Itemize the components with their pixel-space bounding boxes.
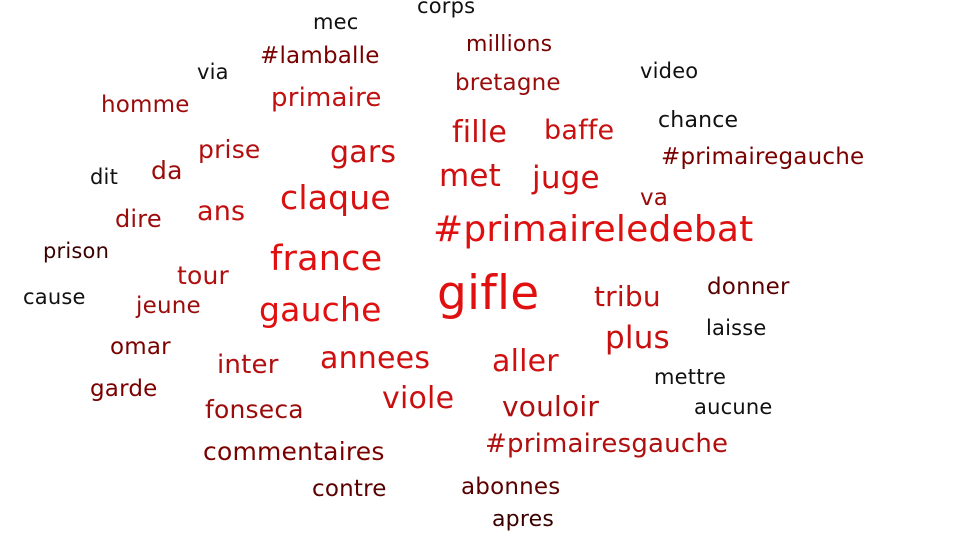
word-garde: garde	[90, 376, 158, 402]
word-plus: plus	[605, 320, 670, 356]
word-primaire: primaire	[271, 83, 382, 113]
word-annees: annees	[320, 341, 431, 376]
word-aucune: aucune	[694, 395, 773, 419]
word-primairegauche: #primairegauche	[661, 144, 865, 170]
word-chance: chance	[658, 108, 739, 133]
word-vouloir: vouloir	[502, 390, 600, 423]
word-mec: mec	[313, 10, 359, 34]
word-cloud: corps mec millions #lamballe via bretagne vide…	[0, 0, 960, 546]
word-ans: ans	[197, 196, 246, 227]
word-baffe: baffe	[544, 115, 615, 146]
word-gars: gars	[330, 135, 397, 170]
word-corps: corps	[417, 0, 476, 18]
word-contre: contre	[312, 476, 387, 502]
word-dire: dire	[115, 205, 162, 233]
word-aller: aller	[492, 344, 559, 379]
word-omar: omar	[110, 334, 171, 360]
word-lamballe: #lamballe	[260, 43, 380, 69]
word-prise: prise	[198, 135, 261, 164]
word-juge: juge	[532, 160, 600, 196]
word-met: met	[439, 158, 502, 194]
word-homme: homme	[101, 92, 190, 118]
word-millions: millions	[466, 32, 553, 57]
word-donner: donner	[707, 274, 790, 300]
word-tribu: tribu	[594, 280, 661, 313]
word-mettre: mettre	[654, 365, 727, 389]
word-gifle: gifle	[437, 266, 540, 321]
word-viole: viole	[382, 381, 455, 416]
word-da: da	[151, 156, 183, 185]
word-primairesgauche: #primairesgauche	[485, 429, 729, 459]
word-dit: dit	[90, 165, 118, 189]
word-gauche: gauche	[259, 290, 382, 329]
word-fonseca: fonseca	[205, 395, 304, 424]
word-primaireledebat: #primaireledebat	[433, 209, 754, 250]
word-fille: fille	[452, 115, 508, 150]
word-tour: tour	[177, 261, 230, 290]
word-apres: apres	[492, 507, 555, 532]
word-inter: inter	[217, 350, 279, 380]
word-prison: prison	[43, 239, 110, 263]
word-commentaires: commentaires	[203, 437, 385, 466]
word-france: france	[270, 239, 383, 279]
word-video: video	[640, 59, 699, 83]
word-abonnes: abonnes	[461, 474, 561, 500]
word-va: va	[640, 185, 669, 211]
word-laisse: laisse	[706, 316, 767, 340]
word-jeune: jeune	[136, 293, 201, 319]
word-via: via	[197, 60, 229, 84]
word-bretagne: bretagne	[455, 70, 561, 96]
word-claque: claque	[280, 178, 391, 217]
word-cause: cause	[23, 285, 86, 309]
